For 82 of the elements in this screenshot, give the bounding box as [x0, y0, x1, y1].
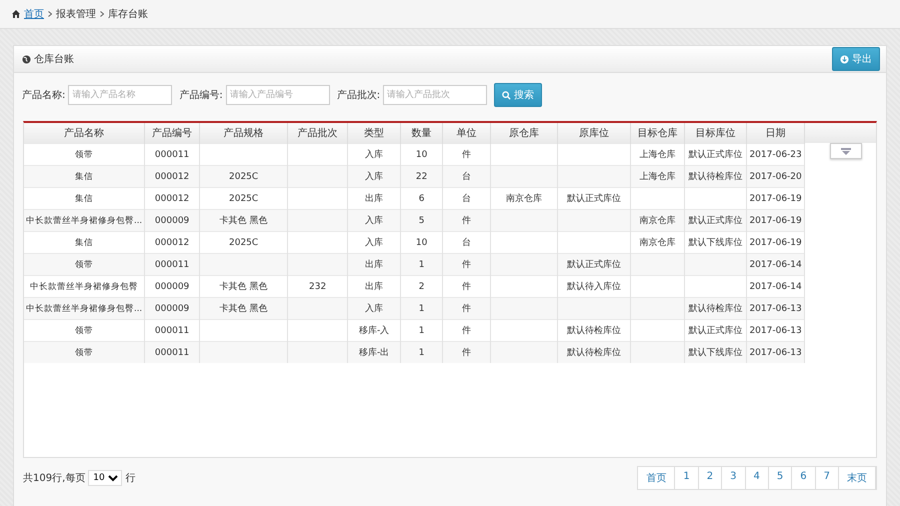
table-cell: 台 — [442, 166, 491, 188]
table-cell: 2017-06-20 — [746, 166, 805, 188]
page-link[interactable]: 首页 — [638, 467, 676, 489]
filter-field[interactable]: 请输入产品编号 — [226, 85, 330, 105]
page-link[interactable]: 5 — [768, 467, 792, 489]
caret-icon — [841, 148, 851, 154]
column-header[interactable]: 产品规格 — [200, 123, 288, 144]
table-cell: 上海仓库 — [630, 166, 685, 188]
column-header[interactable]: 目标仓库 — [630, 123, 685, 144]
table-cell: 默认待检库位 — [558, 342, 631, 363]
table-cell: 默认正式库位 — [684, 210, 747, 232]
home-icon — [12, 10, 20, 18]
filter-label: 产品名称: — [22, 88, 66, 102]
table-cell: 中长款蕾丝半身裙修身包臀... — [24, 210, 145, 232]
table-cell: 卡其色 黑色 — [200, 210, 288, 232]
table-cell: 集信 — [24, 166, 145, 188]
chevron-icon — [48, 11, 52, 17]
table-cell: 默认下线库位 — [684, 342, 747, 363]
filter-label: 产品编号: — [179, 88, 223, 102]
table-cell: 1 — [400, 254, 443, 276]
page-link[interactable]: 末页 — [839, 467, 876, 489]
filter-label: 产品批次: — [336, 88, 380, 102]
page-size-select[interactable]: 10 — [88, 470, 122, 486]
column-header[interactable]: 产品名称 — [24, 123, 145, 144]
export-icon — [840, 54, 849, 64]
table-cell: 000009 — [144, 298, 200, 320]
table-cell: 移库-出 — [348, 342, 401, 363]
breadcrumb-item: 报表管理 — [56, 8, 96, 21]
column-header[interactable]: 原库位 — [558, 123, 631, 144]
table-cell: 南京仓库 — [630, 210, 685, 232]
table-cell: 000011 — [144, 254, 200, 276]
table-cell: 2017-06-13 — [746, 298, 805, 320]
column-header[interactable]: 类型 — [348, 123, 401, 144]
table-cell: 默认待检库位 — [684, 166, 747, 188]
column-header[interactable]: 产品批次 — [288, 123, 348, 144]
filter-field[interactable]: 请输入产品名称 — [68, 85, 172, 105]
page-link[interactable]: 7 — [816, 467, 839, 489]
table-cell: 入库 — [348, 298, 401, 320]
table-cell: 22 — [400, 166, 443, 188]
column-header[interactable]: 产品编号 — [144, 123, 200, 144]
page-link[interactable]: 3 — [722, 467, 746, 489]
page-link[interactable]: 1 — [675, 467, 699, 489]
table-cell: 入库 — [348, 166, 401, 188]
filter-field[interactable]: 请输入产品批次 — [383, 85, 488, 105]
total-rows-text: 共109行,每页 — [23, 472, 86, 485]
table-cell: 2025C — [200, 166, 288, 188]
table-cell: 领带 — [24, 254, 145, 276]
table-cell: 5 — [400, 210, 443, 232]
page-link[interactable]: 2 — [698, 467, 722, 489]
column-header[interactable]: 单位 — [442, 123, 491, 144]
table-cell: 入库 — [348, 210, 401, 232]
table-cell: 默认待检库位 — [684, 298, 747, 320]
table-cell: 件 — [442, 210, 491, 232]
table-cell: 件 — [442, 254, 491, 276]
table-cell: 件 — [442, 298, 491, 320]
table-cell: 2017-06-14 — [746, 254, 805, 276]
table-cell: 件 — [442, 342, 491, 363]
breadcrumb-item: 库存台账 — [108, 8, 148, 21]
page-link[interactable]: 4 — [746, 467, 769, 489]
table-cell: 000012 — [144, 166, 200, 188]
table-cell: 卡其色 黑色 — [200, 298, 288, 320]
breadcrumb-link[interactable]: 首页 — [24, 7, 44, 21]
table-cell: 中长款蕾丝半身裙修身包臀... — [24, 298, 145, 320]
table-cell: 领带 — [24, 342, 145, 363]
page-link[interactable]: 6 — [792, 467, 816, 489]
search-icon — [502, 90, 512, 100]
table-cell: 2017-06-19 — [746, 210, 805, 232]
table-cell: 000011 — [144, 342, 200, 363]
panel-title: 仓库台账 — [34, 52, 75, 66]
table-cell: 2017-06-13 — [746, 342, 805, 363]
rows-unit-text: 行 — [125, 472, 136, 485]
chevron-icon — [100, 11, 104, 17]
table-cell: 1 — [400, 342, 443, 363]
table-cell: 默认正式库位 — [558, 254, 631, 276]
table-cell: 000009 — [144, 210, 200, 232]
table-cell: 出库 — [348, 254, 401, 276]
column-header[interactable]: 目标库位 — [684, 123, 747, 144]
column-header[interactable]: 数量 — [400, 123, 443, 144]
column-toggle-button[interactable] — [830, 143, 862, 159]
column-header[interactable]: 日期 — [746, 123, 805, 144]
column-header[interactable]: 原仓库 — [490, 123, 558, 144]
table-cell: 1 — [400, 298, 443, 320]
